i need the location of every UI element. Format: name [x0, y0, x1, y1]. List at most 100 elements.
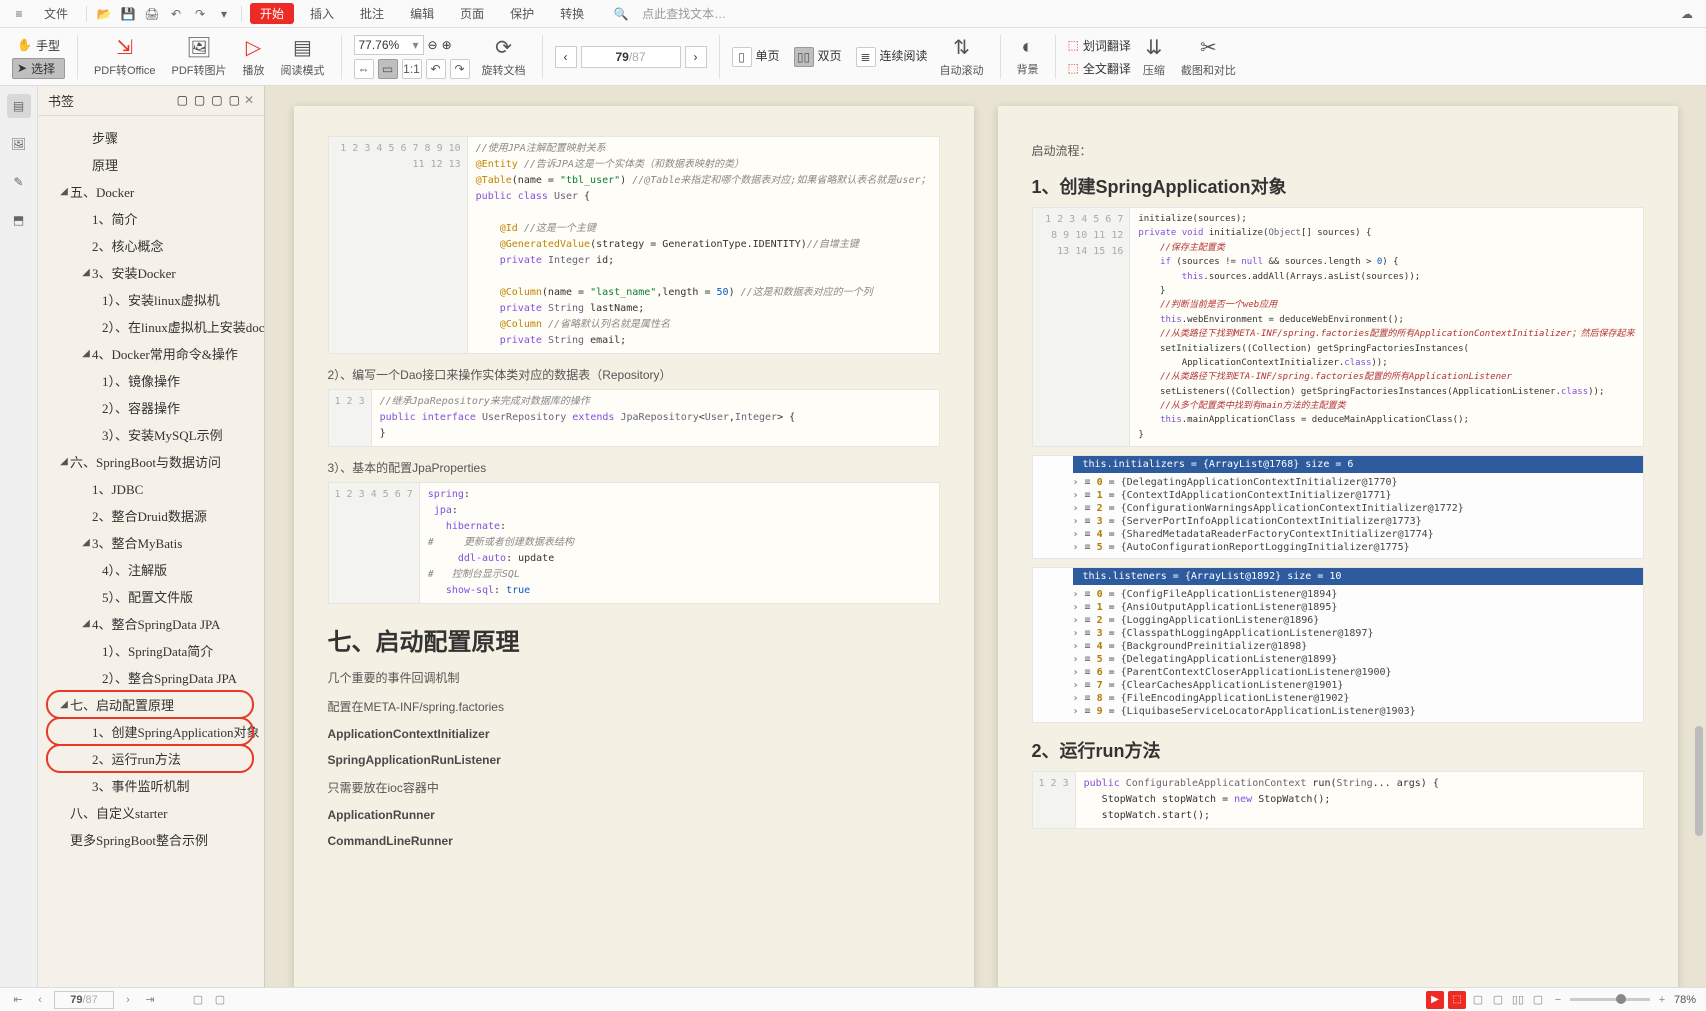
- sidebar-item[interactable]: 2）、整合SpringData JPA: [42, 664, 260, 691]
- undo-icon[interactable]: ↶: [167, 5, 185, 23]
- full-translate[interactable]: ⬚全文翻译: [1068, 60, 1131, 77]
- double-page-icon[interactable]: ▯▯: [794, 47, 814, 67]
- sidebar-item[interactable]: 2、核心概念: [42, 232, 260, 259]
- thumbnail-strip-icon[interactable]: 🖼: [7, 132, 31, 156]
- select-tool[interactable]: ➤选择: [12, 58, 65, 79]
- sidebar-item[interactable]: 步骤: [42, 124, 260, 151]
- rotate-doc[interactable]: ⟳旋转文档: [478, 35, 530, 78]
- print-icon[interactable]: 🖨: [143, 5, 161, 23]
- compress-btn[interactable]: ⇊压缩: [1139, 35, 1169, 78]
- search-icon[interactable]: 🔍: [612, 5, 630, 23]
- background-btn[interactable]: ◐背景: [1013, 36, 1043, 77]
- red-action-2[interactable]: ⬚: [1448, 991, 1466, 1009]
- continuous-icon[interactable]: ≣: [856, 47, 876, 67]
- hand-tool[interactable]: ✋手型: [12, 35, 65, 56]
- redo-icon[interactable]: ↷: [191, 5, 209, 23]
- bm-tool-2[interactable]: ▢: [194, 93, 205, 108]
- app-menu-icon[interactable]: ≡: [10, 5, 28, 23]
- tab-annotate[interactable]: 批注: [350, 5, 394, 22]
- zoom-in-icon[interactable]: ⊕: [442, 38, 452, 52]
- open-icon[interactable]: 📂: [95, 5, 113, 23]
- sidebar-item[interactable]: ◢3、整合MyBatis: [42, 529, 260, 556]
- rotate-left-icon[interactable]: ↶: [426, 59, 446, 79]
- sidebar-item[interactable]: 1）、安装linux虚拟机: [42, 286, 260, 313]
- sidebar-item[interactable]: 更多SpringBoot整合示例: [42, 826, 260, 853]
- sidebar-item[interactable]: 2、运行run方法: [42, 745, 260, 772]
- export-icon[interactable]: ▾: [215, 5, 233, 23]
- zoom-out[interactable]: −: [1550, 992, 1566, 1008]
- play-button[interactable]: ▷播放: [239, 35, 269, 78]
- sidebar-item[interactable]: 2）、在linux虚拟机上安装docker: [42, 313, 260, 340]
- auto-scroll[interactable]: ⇅自动滚动: [936, 35, 988, 78]
- tab-edit[interactable]: 编辑: [400, 5, 444, 22]
- view-mode-4-icon[interactable]: ▢: [1530, 992, 1546, 1008]
- next-page-icon[interactable]: ›: [120, 992, 136, 1008]
- view-mode-2-icon[interactable]: ▢: [1490, 992, 1506, 1008]
- view-mode-1-icon[interactable]: ▢: [1470, 992, 1486, 1008]
- save-icon[interactable]: 💾: [119, 5, 137, 23]
- tab-convert[interactable]: 转换: [550, 5, 594, 22]
- sidebar-item[interactable]: 1、创建SpringApplication对象: [42, 718, 260, 745]
- bookmarks-strip-icon[interactable]: ▤: [7, 94, 31, 118]
- bm-tool-3[interactable]: ▢: [211, 93, 222, 108]
- sidebar-item[interactable]: ◢4、Docker常用命令&操作: [42, 340, 260, 367]
- sidebar-item[interactable]: 5）、配置文件版: [42, 583, 260, 610]
- bm-tool-1[interactable]: ▢: [177, 93, 188, 108]
- tab-protect[interactable]: 保护: [500, 5, 544, 22]
- red-action-1[interactable]: ▶: [1426, 991, 1444, 1009]
- tab-start[interactable]: 开始: [250, 3, 294, 24]
- next-page[interactable]: ›: [685, 46, 707, 68]
- zoom-slider[interactable]: [1570, 998, 1650, 1001]
- document-viewport[interactable]: 1 2 3 4 5 6 7 8 9 10 11 12 13//使用JPA注解配置…: [265, 86, 1706, 987]
- single-page-label[interactable]: 单页: [756, 47, 780, 67]
- sidebar-item[interactable]: 4）、注解版: [42, 556, 260, 583]
- sidebar-item[interactable]: 3、事件监听机制: [42, 772, 260, 799]
- pdf-to-office[interactable]: ⇲PDF转Office: [90, 35, 160, 78]
- sidebar-item[interactable]: ◢3、安装Docker: [42, 259, 260, 286]
- tab-page[interactable]: 页面: [450, 5, 494, 22]
- view-mode-3-icon[interactable]: ▯▯: [1510, 992, 1526, 1008]
- screenshot-compare[interactable]: ✂截图和对比: [1177, 35, 1240, 78]
- bm-tool-4[interactable]: ▢: [229, 93, 240, 108]
- page-fit-icon[interactable]: ▭: [378, 59, 398, 79]
- layout-1-icon[interactable]: ▢: [190, 992, 206, 1008]
- sidebar-item[interactable]: ◢六、SpringBoot与数据访问: [42, 448, 260, 475]
- sidebar-item[interactable]: 原理: [42, 151, 260, 178]
- page-input[interactable]: 79/87: [54, 991, 114, 1009]
- tab-insert[interactable]: 插入: [300, 5, 344, 22]
- vertical-scrollbar[interactable]: [1694, 86, 1704, 987]
- word-translate[interactable]: ⬚划词翻译: [1068, 37, 1131, 54]
- sidebar-item[interactable]: 八、自定义starter: [42, 799, 260, 826]
- last-page-icon[interactable]: ⇥: [142, 992, 158, 1008]
- layout-2-icon[interactable]: ▢: [212, 992, 228, 1008]
- sidebar-item[interactable]: 1、JDBC: [42, 475, 260, 502]
- sidebar-item[interactable]: 3）、安装MySQL示例: [42, 421, 260, 448]
- double-page-label[interactable]: 双页: [818, 47, 842, 67]
- page-100-icon[interactable]: 1:1: [402, 59, 422, 79]
- prev-page-icon[interactable]: ‹: [32, 992, 48, 1008]
- sidebar-item[interactable]: 2、整合Druid数据源: [42, 502, 260, 529]
- rotate-right-icon[interactable]: ↷: [450, 59, 470, 79]
- close-icon[interactable]: ✕: [244, 93, 254, 108]
- read-mode[interactable]: ▤阅读模式: [277, 35, 329, 78]
- sidebar-item[interactable]: 1、简介: [42, 205, 260, 232]
- zoom-in[interactable]: +: [1654, 992, 1670, 1008]
- single-page-icon[interactable]: ▯: [732, 47, 752, 67]
- sidebar-item[interactable]: 1）、镜像操作: [42, 367, 260, 394]
- annotation-strip-icon[interactable]: ✎: [7, 170, 31, 194]
- cloud-icon[interactable]: ☁: [1678, 5, 1696, 23]
- menu-file[interactable]: 文件: [34, 5, 78, 22]
- page-number-display[interactable]: 79/87: [581, 46, 681, 68]
- zoom-level[interactable]: 77.76%▾: [354, 35, 424, 55]
- first-page-icon[interactable]: ⇤: [10, 992, 26, 1008]
- sidebar-item[interactable]: ◢4、整合SpringData JPA: [42, 610, 260, 637]
- search-placeholder[interactable]: 点此查找文本…: [642, 5, 726, 22]
- continuous-label[interactable]: 连续阅读: [880, 47, 928, 67]
- sidebar-item[interactable]: ◢五、Docker: [42, 178, 260, 205]
- sidebar-item[interactable]: 1）、SpringData简介: [42, 637, 260, 664]
- width-fit-icon[interactable]: ⇔: [354, 59, 374, 79]
- attachment-strip-icon[interactable]: ⬒: [7, 208, 31, 232]
- prev-page[interactable]: ‹: [555, 46, 577, 68]
- zoom-out-icon[interactable]: ⊖: [428, 38, 438, 52]
- sidebar-item[interactable]: 2）、容器操作: [42, 394, 260, 421]
